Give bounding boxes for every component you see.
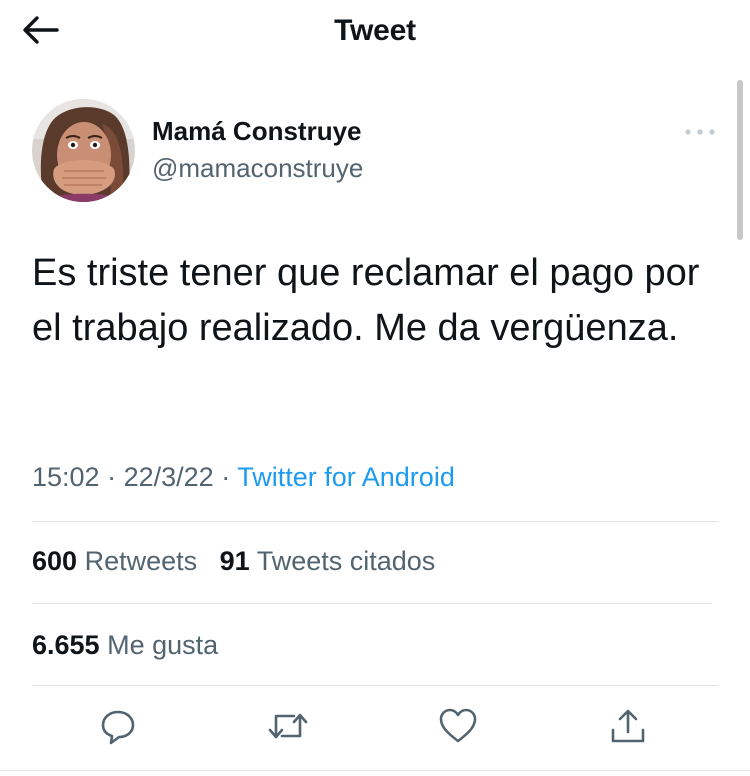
more-options-button[interactable]	[682, 120, 718, 144]
retweets-stat[interactable]: 600 Retweets	[32, 546, 197, 576]
meta-separator: ·	[221, 462, 231, 492]
likes-label: Me gusta	[107, 630, 219, 660]
user-handle[interactable]: @mamaconstruye	[152, 153, 363, 184]
quotes-label: Tweets citados	[256, 546, 436, 576]
scrollbar[interactable]	[737, 80, 743, 240]
divider	[32, 521, 718, 522]
tweet-source-link[interactable]: Twitter for Android	[237, 462, 455, 492]
divider	[32, 603, 712, 604]
avatar[interactable]	[32, 99, 135, 202]
like-icon	[438, 706, 478, 751]
retweets-label: Retweets	[84, 546, 198, 576]
likes-count: 6.655	[32, 630, 100, 660]
quotes-stat[interactable]: 91 Tweets citados	[220, 546, 436, 576]
retweet-stats: 600 Retweets 91 Tweets citados	[32, 546, 435, 577]
more-dots-icon	[682, 129, 718, 148]
tweet-meta: 15:02 · 22/3/22 · Twitter for Android	[32, 462, 455, 493]
page-title: Tweet	[334, 14, 416, 47]
divider	[32, 685, 718, 686]
share-button[interactable]	[606, 706, 650, 750]
reply-icon	[98, 706, 138, 751]
share-icon	[608, 706, 648, 751]
retweets-count: 600	[32, 546, 78, 576]
retweet-icon	[266, 706, 310, 751]
retweet-button[interactable]	[266, 706, 310, 750]
bottom-divider	[0, 770, 750, 771]
reply-button[interactable]	[96, 706, 140, 750]
meta-separator: ·	[107, 462, 117, 492]
top-bar: Tweet	[0, 0, 750, 62]
likes-stats: 6.655 Me gusta	[32, 630, 218, 661]
like-button[interactable]	[436, 706, 480, 750]
quotes-count: 91	[219, 546, 250, 576]
tweet-date: 22/3/22	[123, 462, 214, 492]
tweet-text: Es triste tener que reclamar el pago por…	[32, 252, 700, 349]
action-bar	[0, 706, 750, 756]
likes-stat[interactable]: 6.655 Me gusta	[32, 630, 218, 660]
user-name[interactable]: Mamá Construye	[152, 116, 362, 147]
tweet-time: 15:02	[32, 462, 100, 492]
